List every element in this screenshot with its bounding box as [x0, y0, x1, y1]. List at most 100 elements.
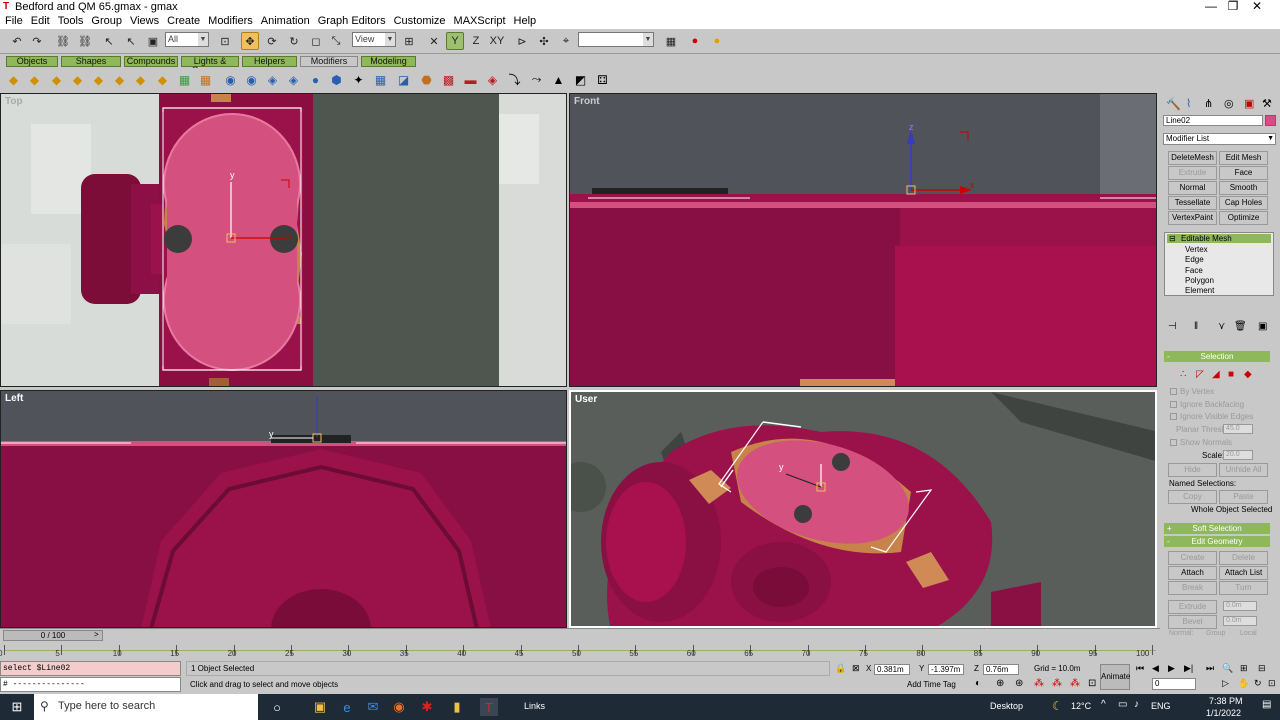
- tab-objects[interactable]: Objects: [6, 56, 58, 67]
- face-extrude-button[interactable]: Face Extrude: [1219, 166, 1268, 189]
- viewport-top[interactable]: Top y x: [0, 93, 567, 387]
- weather-temperature[interactable]: 12°C: [1071, 701, 1091, 711]
- arc-rotate-icon[interactable]: ↻: [1254, 678, 1262, 689]
- pan-icon[interactable]: ✋: [1238, 678, 1249, 689]
- zoom-all-icon[interactable]: ⊞: [1240, 663, 1248, 674]
- gmax-taskbar-icon[interactable]: T: [480, 698, 498, 716]
- menu-animation[interactable]: Animation: [258, 14, 313, 29]
- quick-render-icon[interactable]: ●: [708, 32, 726, 50]
- bevel-button[interactable]: Bevel: [1168, 615, 1217, 629]
- utilities-tab-icon[interactable]: ⚒: [1262, 97, 1272, 110]
- maxscript-listener-output[interactable]: # ---------------: [0, 677, 181, 692]
- copy-button[interactable]: Copy: [1168, 490, 1217, 504]
- fov-icon[interactable]: ▷: [1222, 678, 1229, 689]
- next-frame-button-icon[interactable]: ▶|: [1184, 663, 1193, 674]
- mail-icon[interactable]: ✉: [364, 698, 382, 716]
- group-radio[interactable]: Group: [1206, 630, 1225, 637]
- pin-stack-icon[interactable]: ⊣: [1168, 321, 1177, 332]
- attach-button[interactable]: Attach: [1168, 566, 1217, 580]
- scale-spinner[interactable]: 20.0: [1223, 450, 1253, 460]
- motion-tab-icon[interactable]: ◎: [1224, 97, 1234, 110]
- render-teapot-icon[interactable]: ●: [686, 32, 704, 50]
- stack-editable-mesh[interactable]: Editable Mesh: [1167, 234, 1271, 243]
- optimize-button[interactable]: Optimize: [1219, 211, 1268, 225]
- absolute-mode-icon[interactable]: ⊠: [852, 663, 860, 674]
- extrude-geometry-button[interactable]: Extrude: [1168, 600, 1217, 614]
- ignore-backfacing-checkbox[interactable]: Ignore Backfacing: [1170, 400, 1244, 409]
- taskbar-search-box[interactable]: ⚲ Type here to search: [34, 694, 258, 720]
- time-slider[interactable]: 0 / 100 >: [0, 628, 1160, 642]
- normal-button[interactable]: Normal: [1168, 181, 1217, 195]
- extrude-button[interactable]: Extrude: [1168, 166, 1217, 180]
- region-select-icon[interactable]: ▣: [144, 32, 162, 50]
- hierarchy-tab-icon[interactable]: ⋔: [1204, 97, 1213, 110]
- select-region-window-icon[interactable]: ⊡: [216, 32, 234, 50]
- snap-icon[interactable]: ✣: [535, 32, 553, 50]
- scale-icon[interactable]: ◻: [307, 32, 325, 50]
- local-radio[interactable]: Local: [1240, 630, 1257, 637]
- smooth-icon[interactable]: ⤵: [506, 71, 523, 88]
- animate-button[interactable]: Animate: [1100, 664, 1130, 690]
- menu-create[interactable]: Create: [164, 14, 203, 29]
- viewport-left[interactable]: Left y: [0, 390, 567, 628]
- app-icon[interactable]: ✱: [418, 698, 436, 716]
- links-toolbar[interactable]: Links: [524, 701, 545, 711]
- face-extrude-icon[interactable]: ◈: [484, 71, 501, 88]
- menu-customize[interactable]: Customize: [391, 14, 449, 29]
- smooth-button[interactable]: Smooth: [1219, 181, 1268, 195]
- close-button[interactable]: ✕: [1234, 0, 1280, 14]
- windows-start-icon[interactable]: ⊞: [8, 698, 26, 716]
- show-end-result-icon[interactable]: ‖: [1194, 321, 1198, 332]
- zoom-extents-icon[interactable]: ⊟: [1258, 663, 1266, 674]
- by-vertex-checkbox[interactable]: By Vertex: [1170, 387, 1214, 396]
- menu-help[interactable]: Help: [511, 14, 540, 29]
- menu-tools[interactable]: Tools: [55, 14, 87, 29]
- viewport-front[interactable]: Front z x: [569, 93, 1157, 387]
- restrict-z-icon[interactable]: Z: [467, 32, 485, 50]
- hammer-icon[interactable]: 🔨: [1166, 97, 1181, 111]
- turn-button[interactable]: Turn: [1219, 581, 1268, 595]
- tab-modifiers[interactable]: Modifiers: [300, 56, 358, 67]
- tab-modeling[interactable]: Modeling: [361, 56, 416, 67]
- face-select-icon[interactable]: ◢: [1212, 369, 1220, 380]
- modifier-list-dropdown[interactable]: Modifier List ▼: [1163, 133, 1276, 145]
- align-icon[interactable]: ⊳: [513, 32, 531, 50]
- y-coordinate-field[interactable]: -1.397m: [928, 664, 964, 675]
- redo-icon[interactable]: ↷: [28, 32, 46, 50]
- twist-icon[interactable]: ◆: [48, 71, 65, 88]
- unhide-all-button[interactable]: Unhide All: [1219, 463, 1268, 477]
- cap-holes-icon[interactable]: ◩: [572, 71, 589, 88]
- mesh-select-icon[interactable]: ▦: [372, 71, 389, 88]
- file-explorer-icon[interactable]: ▮: [448, 698, 466, 716]
- bevel-amount-spinner[interactable]: 0.0m: [1223, 616, 1257, 626]
- rotate-view-icon[interactable]: ↻: [285, 32, 303, 50]
- paste-button[interactable]: Paste: [1219, 490, 1268, 504]
- display-tab-icon[interactable]: ▣: [1244, 97, 1254, 110]
- time-slider-thumb[interactable]: 0 / 100: [3, 630, 103, 641]
- maximize-viewport-icon[interactable]: ⊡: [1268, 678, 1276, 689]
- soft-selection-rollout-header[interactable]: + Soft Selection: [1164, 523, 1270, 534]
- previous-frame-icon[interactable]: ◀: [1152, 663, 1159, 674]
- chevron-up-icon[interactable]: ^: [1101, 699, 1106, 710]
- stack-item-element[interactable]: Element: [1185, 286, 1214, 295]
- show-normals-checkbox[interactable]: Show Normals: [1170, 438, 1232, 447]
- tab-helpers[interactable]: Helpers: [242, 56, 297, 67]
- skew-icon[interactable]: ◆: [111, 71, 128, 88]
- make-unique-icon[interactable]: ⋎: [1218, 321, 1225, 332]
- z-coordinate-field[interactable]: 0.76m: [983, 664, 1019, 675]
- menu-edit[interactable]: Edit: [28, 14, 53, 29]
- mapscaler-icon[interactable]: ◈: [285, 71, 302, 88]
- delete-button[interactable]: Delete: [1219, 551, 1268, 565]
- xform-icon[interactable]: ✦: [350, 71, 367, 88]
- degradation-override-icon[interactable]: ⊡: [1088, 678, 1096, 689]
- store-icon[interactable]: ▣: [311, 698, 329, 716]
- edge-browser-icon[interactable]: e: [338, 698, 356, 716]
- track-bar[interactable]: 0 5 10 15 20 25 30 35 40 45 50 55 60 65 70 75 80 85 90 95 10…: [0, 642, 1160, 660]
- stack-item-polygon[interactable]: Polygon: [1185, 276, 1214, 285]
- create-button[interactable]: Create: [1168, 551, 1217, 565]
- menu-graph-editors[interactable]: Graph Editors: [315, 14, 389, 29]
- deletemesh-button[interactable]: DeleteMesh: [1168, 151, 1217, 165]
- planar-thresh-spinner[interactable]: 45.0: [1223, 424, 1253, 434]
- element-select-icon[interactable]: ◆: [1244, 369, 1252, 380]
- cylinder-map-icon[interactable]: ⬢: [328, 71, 345, 88]
